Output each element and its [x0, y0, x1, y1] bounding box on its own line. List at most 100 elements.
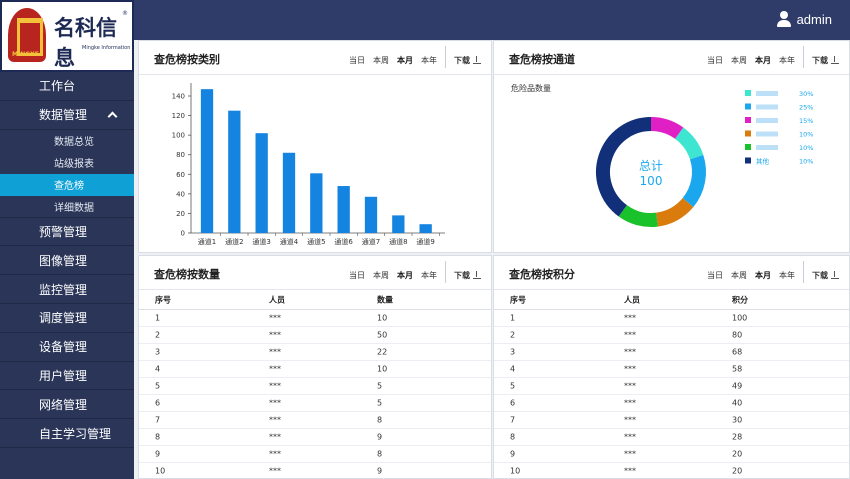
sidebar-subitem-station-report[interactable]: 站级报表: [0, 152, 134, 174]
sidebar-item-alert[interactable]: 预警管理: [0, 218, 134, 247]
sidebar-item-dispatch[interactable]: 调度管理: [0, 304, 134, 333]
table-cell: 20: [732, 466, 743, 476]
tab-week[interactable]: 本周: [373, 55, 389, 66]
table-cell: 49: [732, 381, 743, 391]
panel-header: 查危榜按类别 当日 本周 本月 本年 下载: [139, 41, 491, 75]
table-header-cell: 序号: [510, 295, 526, 304]
sidebar-item-user[interactable]: 用户管理: [0, 362, 134, 391]
download-button[interactable]: 下载: [812, 55, 839, 66]
table-header-cell: 积分: [732, 295, 748, 304]
sidebar-item-monitor[interactable]: 监控管理: [0, 275, 134, 304]
table-cell: ***: [624, 313, 636, 323]
tab-today[interactable]: 当日: [349, 270, 365, 281]
legend-label-blurred: [756, 118, 778, 123]
bar: [255, 133, 268, 233]
tab-month[interactable]: 本月: [755, 270, 771, 281]
sidebar-subitem-data-overview[interactable]: 数据总览: [0, 130, 134, 152]
sidebar-subitem-detail-data[interactable]: 详细数据: [0, 196, 134, 218]
table-cell: 5: [155, 381, 161, 391]
table-row: 5 *** 5: [139, 378, 491, 395]
download-button[interactable]: 下载: [454, 55, 481, 66]
panel-by-count: 查危榜按数量 当日 本周 本月 本年 下载 序号 人员 数量 1 *** 10 2 *** 50…: [138, 255, 492, 479]
download-icon: [831, 270, 839, 279]
donut-center-label: 总计: [639, 159, 663, 173]
table-cell: 10: [377, 313, 388, 323]
table-row: 6 *** 40: [494, 395, 849, 412]
tab-week[interactable]: 本周: [731, 270, 747, 281]
tab-today[interactable]: 当日: [707, 55, 723, 66]
table-cell: 5: [377, 398, 383, 408]
x-tick-label: 通道1: [198, 237, 216, 246]
table-cell: 9: [377, 466, 383, 476]
table-row: 6 *** 5: [139, 395, 491, 412]
period-tabs: 当日 本周 本月 本年 下载: [341, 46, 481, 68]
tab-year[interactable]: 本年: [779, 270, 795, 281]
tab-year[interactable]: 本年: [421, 270, 437, 281]
sidebar-item-network[interactable]: 网络管理: [0, 390, 134, 420]
sidebar-item-workbench[interactable]: 工作台: [0, 72, 134, 101]
x-tick-label: 通道2: [225, 237, 243, 246]
table-header-cell: 序号: [155, 295, 171, 304]
table-cell: 5: [510, 381, 516, 391]
tab-year[interactable]: 本年: [421, 55, 437, 66]
table-cell: 6: [155, 398, 161, 408]
legend-percent: 10%: [799, 131, 813, 139]
tab-today[interactable]: 当日: [349, 55, 365, 66]
table-row: 7 *** 30: [494, 412, 849, 429]
table-cell: 50: [377, 330, 388, 340]
user-menu[interactable]: admin: [776, 11, 832, 27]
tab-month[interactable]: 本月: [755, 55, 771, 66]
table-cell: ***: [269, 398, 281, 408]
sidebar-item-device[interactable]: 设备管理: [0, 333, 134, 362]
tab-week[interactable]: 本周: [373, 270, 389, 281]
x-tick-label: 通道5: [307, 237, 325, 246]
table-cell: 2: [510, 330, 516, 340]
table-cell: ***: [269, 313, 281, 323]
bar: [392, 215, 405, 233]
donut-slice: [682, 155, 706, 208]
x-tick-label: 通道9: [416, 237, 434, 246]
table-cell: ***: [624, 364, 636, 374]
table-cell: 68: [732, 347, 743, 357]
y-tick-label: 140: [172, 93, 185, 101]
panel-title: 查危榜按积分: [509, 268, 575, 281]
brand-logo[interactable]: MINGKE 名科信息 ® Mingke Information: [0, 0, 134, 72]
table-row: 9 *** 20: [494, 446, 849, 463]
table-header-cell: 人员: [624, 295, 640, 304]
x-tick-label: 通道3: [252, 237, 270, 246]
sidebar-item-self-learning[interactable]: 自主学习管理: [0, 419, 134, 448]
table-cell: 9: [377, 432, 383, 442]
table-row: 7 *** 8: [139, 412, 491, 429]
table-row: 3 *** 22: [139, 344, 491, 361]
legend-percent: 15%: [799, 117, 813, 125]
table-row: 2 *** 50: [139, 327, 491, 344]
tab-today[interactable]: 当日: [707, 270, 723, 281]
tab-month[interactable]: 本月: [397, 270, 413, 281]
table-header-cell: 人员: [269, 295, 285, 304]
table-row: 10 *** 20: [494, 463, 849, 479]
table-cell: 4: [510, 364, 516, 374]
download-button[interactable]: 下载: [454, 270, 481, 281]
table-cell: ***: [269, 381, 281, 391]
table-cell: 8: [377, 415, 383, 425]
table-cell: ***: [269, 432, 281, 442]
sidebar-item-image[interactable]: 图像管理: [0, 246, 134, 276]
table-cell: 28: [732, 432, 743, 442]
table-header-row: 序号 人员 积分: [494, 290, 849, 310]
table-cell: ***: [624, 330, 636, 340]
table-row: 4 *** 58: [494, 361, 849, 378]
table-cell: 3: [510, 347, 516, 357]
legend-percent: 25%: [799, 104, 813, 112]
tab-week[interactable]: 本周: [731, 55, 747, 66]
table-cell: ***: [269, 330, 281, 340]
tab-year[interactable]: 本年: [779, 55, 795, 66]
sidebar-item-data-management[interactable]: 数据管理: [0, 101, 134, 130]
table-cell: 2: [155, 330, 161, 340]
sidebar-subitem-danger-ranking[interactable]: 查危榜: [0, 173, 134, 196]
download-button[interactable]: 下载: [812, 270, 839, 281]
table-row: 9 *** 8: [139, 446, 491, 463]
tab-month[interactable]: 本月: [397, 55, 413, 66]
table-cell: 80: [732, 330, 743, 340]
score-table: 序号 人员 积分 1 *** 100 2 *** 80 3 *** 68 4 *** 58 5 *** 49 6 **…: [494, 290, 849, 479]
table-row: 2 *** 80: [494, 327, 849, 344]
